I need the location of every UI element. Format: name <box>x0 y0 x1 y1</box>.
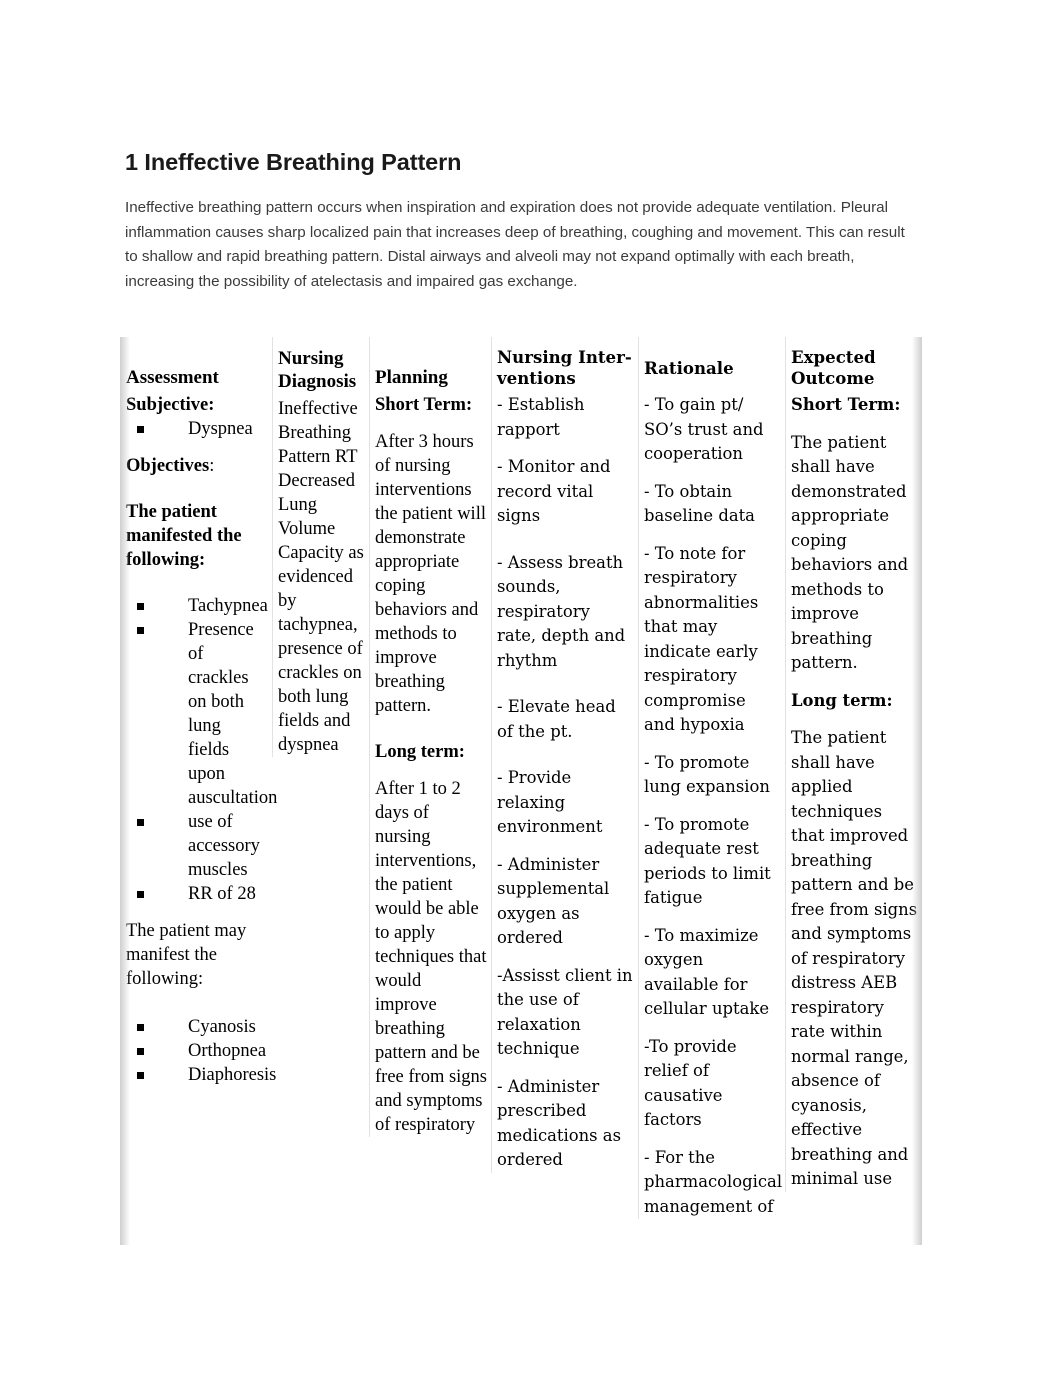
column-header-assessment: Assessment <box>126 367 219 388</box>
column-nursing-diagnosis: Nursing Diagnosis Ineffective Breathing … <box>272 337 369 757</box>
rationale-item: -To provide relief of causative factors <box>644 1036 737 1130</box>
intervention-item: - Administer supplemental oxygen as orde… <box>497 854 610 948</box>
intervention-item: - Provide relaxing environment <box>497 768 603 836</box>
cell-rationale: - To gain pt/ SO’s trust and cooperation… <box>644 393 783 1219</box>
planning-short-term-label: Short Term: <box>375 395 473 415</box>
outcome-short-term-label: Short Term: <box>791 395 901 414</box>
assessment-may-manifest-list: Cyanosis Orthopnea Diaphoresis <box>126 1015 276 1087</box>
column-nursing-interventions: Nursing Inter-ventions - Establish rappo… <box>491 337 638 1173</box>
column-header-rationale: Rationale <box>644 357 734 378</box>
list-item: Orthopnea <box>126 1039 266 1063</box>
outcome-long-term-text: The patient shall have applied technique… <box>791 728 918 1188</box>
care-plan-table: Assessment Subjective: Dyspnea Objective… <box>120 337 922 1245</box>
intervention-item: - Establish rapport <box>497 395 585 439</box>
diagnosis-text: Ineffective Breathing Pattern RT Decreas… <box>278 399 364 755</box>
intervention-item: - Monitor and record vital signs <box>497 457 611 525</box>
outcome-long-term-label: Long term: <box>791 690 893 710</box>
cell-planning: Short Term: After 3 hours of nursing int… <box>375 393 487 1137</box>
rationale-item: - To promote lung expansion <box>644 752 770 797</box>
cell-nursing-diagnosis: Ineffective Breathing Pattern RT Decreas… <box>278 397 365 757</box>
assessment-subjective-label: Subjective: <box>126 395 215 415</box>
outcome-short-term-text: The patient shall have demonstrated appr… <box>791 432 909 673</box>
assessment-objectives-colon: : <box>209 456 215 476</box>
intervention-item: - Elevate head of the pt. <box>497 697 616 741</box>
column-planning: Planning Short Term: After 3 hours of nu… <box>369 337 491 1137</box>
rationale-item: - For the pharmacological management of <box>644 1147 783 1216</box>
cell-nursing-interventions: - Establish rapport - Monitor and record… <box>497 393 634 1173</box>
assessment-subjective-list: Dyspnea <box>126 417 266 441</box>
intervention-item: - Assess breath sounds, respiratory rate… <box>497 552 626 670</box>
assessment-manifested-list: Tachypnea Presence of crackles on both l… <box>126 594 277 906</box>
planning-long-term-label: Long term: <box>375 742 465 762</box>
column-rationale: Rationale - To gain pt/ SO’s trust and c… <box>638 337 785 1219</box>
assessment-objectives-text: Objectives <box>126 456 210 476</box>
planning-long-term-text: After 1 to 2 days of nursing interventio… <box>375 779 487 1135</box>
column-header-nursing-diagnosis: Nursing Diagnosis <box>278 348 357 392</box>
cell-assessment: Subjective: Dyspnea Objectives: The pati… <box>126 393 277 1087</box>
table-columns: Assessment Subjective: Dyspnea Objective… <box>120 337 922 1219</box>
rationale-item: - To note for respiratory abnormalities … <box>644 543 759 735</box>
list-item: Dyspnea <box>126 417 266 441</box>
cell-expected-outcome: Short Term: The patient shall have demon… <box>791 393 918 1192</box>
document-page: 1 Ineffective Breathing Pattern Ineffect… <box>0 0 1062 1377</box>
intro-paragraph: Ineffective breathing pattern occurs whe… <box>125 199 905 290</box>
list-item: RR of 28 <box>126 882 266 906</box>
page-title: 1 Ineffective Breathing Pattern <box>125 148 462 175</box>
rationale-item: - To promote adequate rest periods to li… <box>644 814 771 908</box>
column-header-planning: Planning <box>375 367 448 388</box>
rationale-item: - To obtain baseline data <box>644 481 755 526</box>
intervention-item: -Assisst client in the use of relaxation… <box>497 965 633 1059</box>
assessment-may-manifest-label: The patient may manifest the following: <box>126 921 247 989</box>
intervention-item: - Administer prescribed medications as o… <box>497 1076 621 1170</box>
list-item: Diaphoresis <box>126 1063 276 1087</box>
list-item: Presence of crackles on both lung fields… <box>126 618 277 810</box>
list-item: Cyanosis <box>126 1015 266 1039</box>
list-item: use of accessory muscles <box>126 810 266 882</box>
column-expected-outcome: Expected Outcome Short Term: The patient… <box>785 337 922 1192</box>
list-item: Tachypnea <box>126 594 268 618</box>
assessment-objectives-label: Objectives: <box>126 454 266 478</box>
rationale-item: - To gain pt/ SO’s trust and cooperation <box>644 395 764 463</box>
assessment-manifested-label: The patient manifested the following: <box>126 502 242 570</box>
rationale-item: - To maximize oxygen available for cellu… <box>644 925 770 1019</box>
planning-short-term-text: After 3 hours of nursing interventions t… <box>375 432 486 716</box>
column-header-expected-outcome: Expected Outcome <box>791 347 876 388</box>
column-header-nursing-interventions: Nursing Inter-ventions <box>497 347 632 388</box>
column-assessment: Assessment Subjective: Dyspnea Objective… <box>120 337 277 1087</box>
